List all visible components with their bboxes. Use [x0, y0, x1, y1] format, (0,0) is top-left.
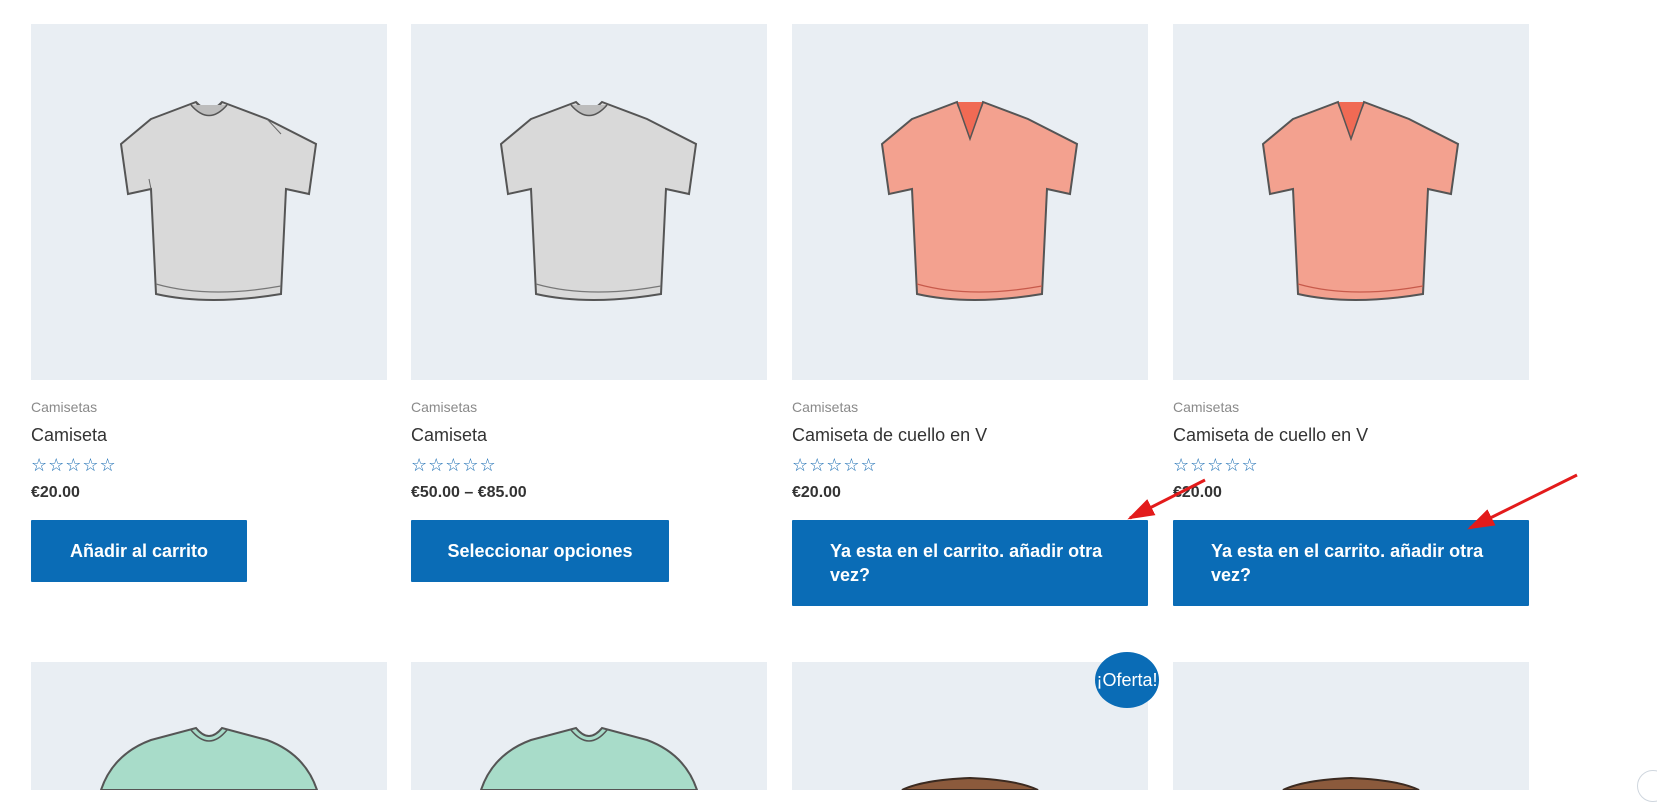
product-image[interactable] — [31, 662, 387, 790]
product-image[interactable] — [31, 24, 387, 380]
product-title[interactable]: Camiseta de cuello en V — [1173, 425, 1368, 446]
add-again-to-cart-button[interactable]: Ya esta en el carrito. añadir otra vez? — [1173, 520, 1529, 606]
add-again-to-cart-button[interactable]: Ya esta en el carrito. añadir otra vez? — [792, 520, 1148, 606]
hoodie-image — [1282, 776, 1420, 790]
vneck-tshirt-image — [1261, 100, 1460, 301]
product-category[interactable]: Camisetas — [792, 399, 858, 415]
product-category[interactable]: Camisetas — [31, 399, 97, 415]
product-price: €20.00 — [1173, 484, 1222, 501]
product-image[interactable] — [792, 24, 1148, 380]
scroll-top-icon[interactable] — [1637, 770, 1657, 802]
product-image[interactable] — [1173, 662, 1529, 790]
product-title[interactable]: Camiseta — [411, 425, 487, 446]
product-price: €20.00 — [31, 484, 80, 501]
product-category[interactable]: Camisetas — [411, 399, 477, 415]
select-options-button[interactable]: Seleccionar opciones — [411, 520, 669, 582]
product-grid: Camisetas Camiseta ☆☆☆☆☆ €20.00 Añadir a… — [0, 0, 1657, 790]
product-price: €50.00 – €85.00 — [411, 484, 527, 501]
sale-badge: ¡Oferta! — [1095, 652, 1159, 708]
product-image[interactable] — [411, 662, 767, 790]
star-outline-icon: ☆☆☆☆☆ — [1173, 455, 1259, 475]
star-outline-icon: ☆☆☆☆☆ — [31, 455, 117, 475]
star-outline-icon: ☆☆☆☆☆ — [411, 455, 497, 475]
sweatshirt-image — [479, 726, 699, 790]
star-outline-icon: ☆☆☆☆☆ — [792, 455, 878, 475]
tshirt-image — [119, 100, 318, 301]
product-title[interactable]: Camiseta de cuello en V — [792, 425, 987, 446]
add-to-cart-button[interactable]: Añadir al carrito — [31, 520, 247, 582]
tshirt-image — [499, 100, 698, 301]
product-category[interactable]: Camisetas — [1173, 399, 1239, 415]
vneck-tshirt-image — [880, 100, 1079, 301]
product-price: €20.00 — [792, 484, 841, 501]
sweatshirt-image — [99, 726, 319, 790]
product-image[interactable] — [1173, 24, 1529, 380]
product-title[interactable]: Camiseta — [31, 425, 107, 446]
product-image[interactable] — [411, 24, 767, 380]
